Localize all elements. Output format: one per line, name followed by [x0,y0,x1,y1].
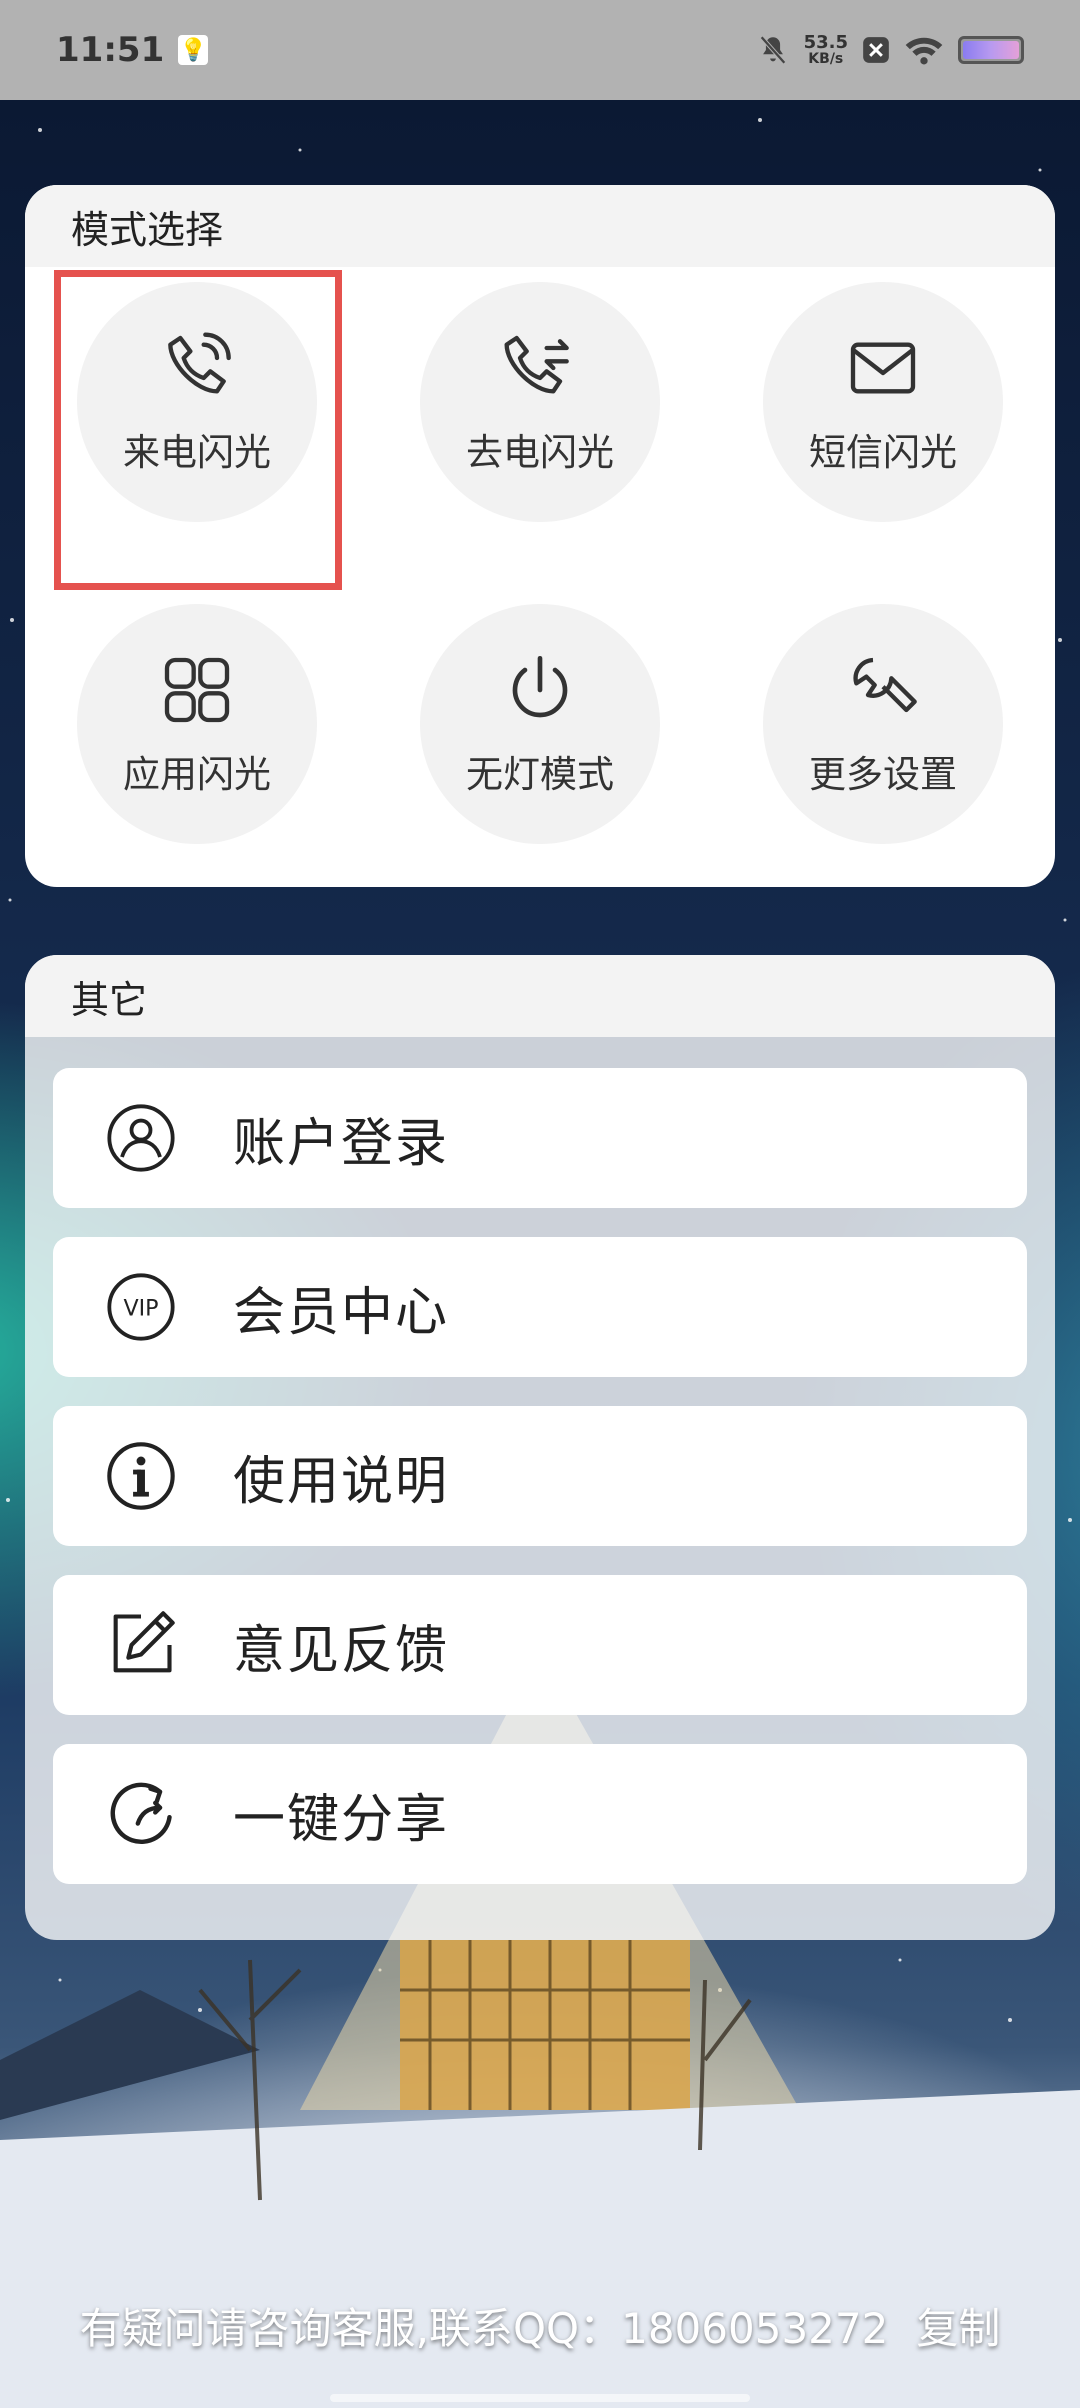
mode-label: 更多设置 [809,753,957,796]
list-item-label: 使用说明 [233,1451,450,1512]
apps-grid-icon [164,657,230,723]
edit-icon [113,1611,175,1673]
mode-app-flash[interactable]: 应用闪光 [77,604,317,844]
status-time: 11:51 [56,30,165,70]
mode-label: 应用闪光 [123,753,271,796]
footer: 有疑问请咨询客服,联系QQ：1806053272 复制 [0,2280,1080,2370]
mode-more-settings[interactable]: 更多设置 [763,604,1003,844]
mode-label: 短信闪光 [809,431,957,474]
mode-sms-flash[interactable]: 短信闪光 [763,282,1003,522]
mode-section-title: 模式选择 [25,185,1055,267]
mode-selection-card: 模式选择 来电闪光 去电闪光 短信闪光 应用闪光 无灯模式 更多设置 [25,185,1055,887]
net-speed-value: 53.5 [803,32,848,53]
status-bar: 11:51 💡 53.5 KB/s [0,0,1080,100]
share-icon [110,1782,172,1845]
mode-incoming-call-flash[interactable]: 来电闪光 [77,282,317,522]
wifi-icon [905,37,943,65]
status-icons: 53.5 KB/s [756,33,1024,67]
list-item-label: 账户登录 [233,1113,450,1174]
mode-grid: 来电闪光 去电闪光 短信闪光 应用闪光 无灯模式 更多设置 [25,267,1055,887]
list-item-label: 意见反馈 [233,1620,450,1681]
bulb-icon: 💡 [178,35,209,65]
power-icon [512,656,568,718]
user-icon [107,1104,175,1172]
other-card: 其它 账户登录 VIP 会员中心 使用说明 意见反馈 一键分享 [25,955,1055,1940]
list-item-label: 一键分享 [233,1789,450,1850]
wrench-icon [853,657,917,713]
share-item[interactable]: 一键分享 [53,1744,1027,1884]
battery-icon [958,36,1024,64]
account-login-item[interactable]: 账户登录 [53,1068,1027,1208]
net-speed-unit: KB/s [808,51,844,67]
list-item-label: 会员中心 [233,1282,450,1343]
vip-center-item[interactable]: VIP 会员中心 [53,1237,1027,1377]
envelope-icon [850,342,916,394]
mode-no-light[interactable]: 无灯模式 [420,604,660,844]
instructions-item[interactable]: 使用说明 [53,1406,1027,1546]
home-indicator[interactable] [330,2394,750,2402]
feedback-item[interactable]: 意见反馈 [53,1575,1027,1715]
svg-text:VIP: VIP [123,1296,158,1322]
mute-icon [759,35,786,65]
info-icon [107,1442,175,1510]
mode-label: 去电闪光 [466,431,614,474]
support-message: 有疑问请咨询客服,联系QQ：1806053272 [79,2303,889,2353]
mode-label: 来电闪光 [123,431,271,474]
vip-icon: VIP [107,1273,175,1341]
net-speed: 53.5 KB/s [804,33,848,67]
close-box-icon [863,37,889,63]
other-list: 账户登录 VIP 会员中心 使用说明 意见反馈 一键分享 [53,1068,1027,1913]
mode-label: 无灯模式 [466,753,614,796]
outgoing-call-icon [504,335,569,394]
copy-button[interactable]: 复制 [916,2295,1000,2356]
other-section-title: 其它 [25,955,1055,1037]
incoming-call-icon [168,332,231,394]
mode-outgoing-call-flash[interactable]: 去电闪光 [420,282,660,522]
